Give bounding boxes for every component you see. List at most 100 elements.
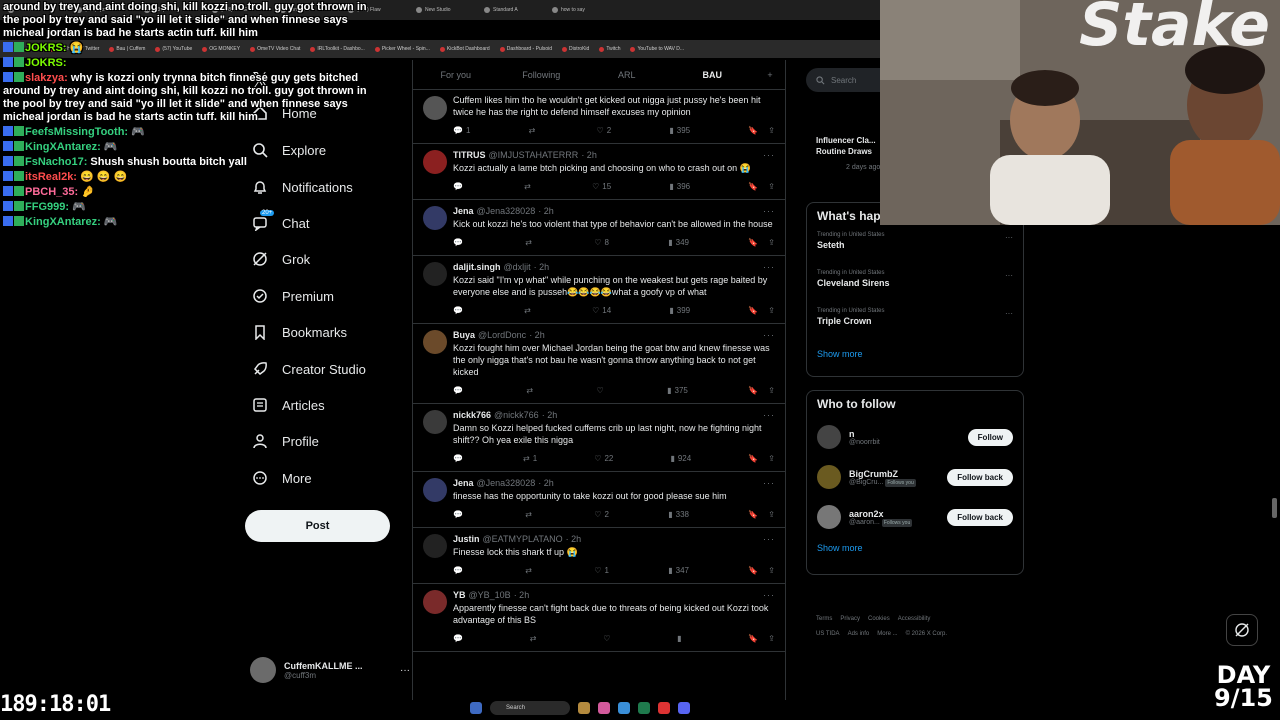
tweet-more-icon[interactable]: ··· [763, 410, 775, 420]
tweet-author-name[interactable]: YB [453, 590, 466, 600]
bookmark-button[interactable]: 🔖 [748, 510, 758, 519]
share-button[interactable]: ⇪ [768, 238, 775, 247]
repost-button[interactable]: ⇄ [524, 306, 534, 315]
tweet-author-name[interactable]: Buya [453, 330, 475, 340]
repost-button[interactable]: ⇄ [529, 126, 539, 135]
tweet-author-name[interactable]: TITRUS [453, 150, 486, 160]
taskbar-search[interactable]: Search [490, 701, 570, 715]
tweet-author-name[interactable]: nickk766 [453, 410, 491, 420]
footer-link[interactable]: © 2026 X Corp. [906, 631, 947, 637]
bookmark-item[interactable]: DistroKid [562, 46, 589, 52]
reply-button[interactable]: 💬 [453, 306, 466, 315]
tweet[interactable]: Cuffem likes him tho he wouldn't get kic… [413, 90, 785, 144]
tweet-avatar[interactable] [423, 478, 447, 502]
tweet-author-handle[interactable]: @dxljit [504, 262, 531, 272]
like-button[interactable]: ♡ 1 [594, 566, 609, 575]
trend-item[interactable]: Trending in United States Seteth ··· [807, 229, 1023, 267]
footer-link[interactable]: Privacy [840, 616, 860, 622]
tab-for-you[interactable]: For you [413, 70, 499, 80]
footer-link[interactable]: Accessibility [898, 616, 931, 622]
trend-more-icon[interactable]: ··· [1005, 233, 1013, 242]
show-more-follow[interactable]: Show more [807, 537, 1023, 559]
views-button[interactable]: ▮ 396 [669, 182, 690, 191]
tweet-avatar[interactable] [423, 206, 447, 230]
account-switcher[interactable]: CuffemKALLME ... @cuff3m ··· [250, 655, 410, 685]
page-scrollbar[interactable] [1272, 498, 1277, 518]
views-button[interactable]: ▮ 395 [669, 126, 690, 135]
bookmark-button[interactable]: 🔖 [748, 386, 758, 395]
trend-item[interactable]: Trending in United States Cleveland Siren… [807, 267, 1023, 305]
share-button[interactable]: ⇪ [768, 306, 775, 315]
like-button[interactable]: ♡ 8 [594, 238, 609, 247]
repost-button[interactable]: ⇄ [530, 634, 540, 643]
show-more-trends[interactable]: Show more [807, 343, 1023, 365]
tweet-author-handle[interactable]: @nickk766 [494, 410, 539, 420]
tweet-more-icon[interactable]: ··· [763, 330, 775, 340]
tweet-author-handle[interactable]: @IMJUSTAHATERRR [489, 150, 579, 160]
tweet-author-name[interactable]: Jena [453, 478, 474, 488]
views-button[interactable]: ▮ 338 [668, 510, 689, 519]
reply-button[interactable]: 💬 [453, 454, 466, 463]
bookmark-item[interactable]: KickBot Dashboard [439, 46, 490, 52]
bookmark-button[interactable]: 🔖 [748, 454, 758, 463]
browser-tab[interactable]: New Studio [412, 2, 478, 18]
tweet-more-icon[interactable]: ··· [763, 534, 775, 544]
like-button[interactable]: ♡ 22 [594, 454, 613, 463]
follow-suggestion[interactable]: n @noorrbit Follow [807, 417, 1023, 457]
follow-suggestion[interactable]: aaron2x @aaron... Follows you Follow back [807, 497, 1023, 537]
tweet-avatar[interactable] [423, 590, 447, 614]
reply-button[interactable]: 💬 [453, 182, 466, 191]
tweet-more-icon[interactable]: ··· [763, 206, 775, 216]
grok-floating-button[interactable] [1226, 614, 1258, 646]
bookmark-button[interactable]: 🔖 [748, 182, 758, 191]
views-button[interactable]: ▮ 375 [667, 386, 688, 395]
bookmark-item[interactable]: YouTube to WAV D... [630, 46, 684, 52]
footer-link[interactable]: US TIDA [816, 631, 840, 637]
repost-button[interactable]: ⇄ 1 [523, 454, 537, 463]
browser-tab[interactable]: how to say [548, 2, 614, 18]
nav-item-profile[interactable]: Profile [252, 428, 319, 454]
browser-tab[interactable]: Standard A [480, 2, 546, 18]
footer-link[interactable]: More ... [877, 631, 897, 637]
reply-button[interactable]: 💬 [453, 634, 466, 643]
views-button[interactable]: ▮ 399 [669, 306, 690, 315]
tweet-author-handle[interactable]: @Jena328028 [477, 478, 536, 488]
share-button[interactable]: ⇪ [768, 454, 775, 463]
trend-more-icon[interactable]: ··· [1005, 271, 1013, 280]
trend-item[interactable]: Trending in United States Triple Crown ··· [807, 305, 1023, 343]
tweet[interactable]: YB @YB_10B · 2h ··· Apparently finesse can't… [413, 584, 785, 652]
bookmark-button[interactable]: 🔖 [748, 634, 758, 643]
like-button[interactable]: ♡ 2 [597, 126, 612, 135]
footer-link[interactable]: Ads info [848, 631, 870, 637]
tweet[interactable]: Jena @Jena328028 · 2h ··· Kick out kozzi he'… [413, 200, 785, 256]
add-tab-icon[interactable]: + [755, 70, 785, 80]
bookmark-button[interactable]: 🔖 [748, 126, 758, 135]
reply-button[interactable]: 💬 [453, 510, 466, 519]
like-button[interactable]: ♡ 2 [594, 510, 609, 519]
tweet[interactable]: nickk766 @nickk766 · 2h ··· Damn so Kozzi he… [413, 404, 785, 472]
views-button[interactable]: ▮ [677, 634, 684, 643]
tweet-avatar[interactable] [423, 330, 447, 354]
share-button[interactable]: ⇪ [768, 386, 775, 395]
tab-arl[interactable]: ARL [584, 70, 670, 80]
share-button[interactable]: ⇪ [768, 126, 775, 135]
tab-bau[interactable]: BAU [670, 70, 756, 80]
tweet-avatar[interactable] [423, 410, 447, 434]
share-button[interactable]: ⇪ [768, 634, 775, 643]
tweet[interactable]: TITRUS @IMJUSTAHATERRR · 2h ··· Kozzi actual… [413, 144, 785, 200]
views-button[interactable]: ▮ 347 [668, 566, 689, 575]
tab-following[interactable]: Following [499, 70, 585, 80]
tweet[interactable]: Justin @EATMYPLATANO · 2h ··· Finesse lock t… [413, 528, 785, 584]
bookmark-item[interactable]: Picker Wheel - Spin... [374, 46, 430, 52]
tweet[interactable]: Buya @LordDonc · 2h ··· Kozzi fought him ove… [413, 324, 785, 404]
reply-button[interactable]: 💬 [453, 386, 466, 395]
like-button[interactable]: ♡ 15 [592, 182, 611, 191]
follow-button[interactable]: Follow back [947, 508, 1013, 526]
repost-button[interactable]: ⇄ [524, 182, 534, 191]
tweet-avatar[interactable] [423, 96, 447, 120]
like-button[interactable]: ♡ [597, 386, 607, 395]
nav-item-creator-studio[interactable]: Creator Studio [252, 356, 366, 382]
follow-button[interactable]: Follow [967, 428, 1013, 446]
tweet-author-handle[interactable]: @EATMYPLATANO [483, 534, 563, 544]
suggestion-avatar[interactable] [817, 505, 841, 529]
